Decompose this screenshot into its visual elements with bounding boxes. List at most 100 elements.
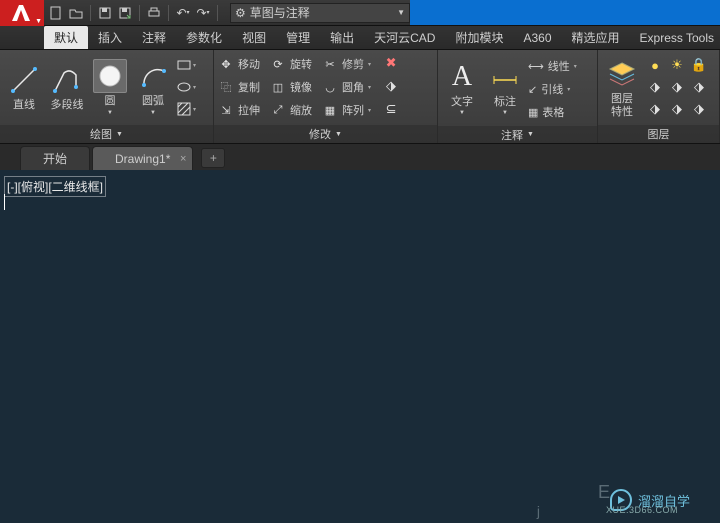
circle-icon (93, 59, 127, 93)
tab-insert[interactable]: 插入 (88, 26, 132, 49)
title-bar: ▼ ↶▾ ↷▾ ⚙ 草图与注释 ▼ (0, 0, 720, 26)
dimension-button[interactable]: 标注 ▼ (485, 53, 525, 123)
panel-modify-title[interactable]: 修改▼ (214, 125, 437, 143)
scale-button[interactable]: ⤢缩放 (270, 99, 312, 121)
linear-icon: ⟷ (528, 60, 544, 73)
stretch-icon: ⇲ (218, 102, 234, 118)
panel-draw-title[interactable]: 绘图▼ (0, 125, 213, 143)
fillet-icon: ◡ (322, 79, 338, 95)
tab-default[interactable]: 默认 (44, 26, 88, 49)
tab-parametric[interactable]: 参数化 (176, 26, 232, 49)
save-icon[interactable] (97, 5, 113, 21)
new-icon[interactable] (48, 5, 64, 21)
copy-icon: ⿻ (218, 79, 234, 95)
gear-icon: ⚙ (235, 6, 246, 20)
tab-output[interactable]: 输出 (320, 26, 364, 49)
layers-icon (605, 57, 639, 91)
open-icon[interactable] (68, 5, 84, 21)
quick-access-toolbar: ↶▾ ↷▾ (44, 0, 224, 25)
copy-button[interactable]: ⿻复制 (218, 76, 260, 98)
layer-misc1-icon[interactable]: ⬗ (645, 77, 665, 97)
rectangle-icon[interactable]: ▾ (176, 55, 196, 75)
layer-misc6-icon[interactable]: ⬗ (689, 99, 709, 119)
redo-icon[interactable]: ↷▾ (195, 5, 211, 21)
viewport-label[interactable]: [-][俯视][二维线框] (4, 176, 106, 197)
tab-annotate[interactable]: 注释 (132, 26, 176, 49)
leader-button[interactable]: ↙引线▾ (528, 78, 577, 100)
layer-misc2-icon[interactable]: ⬗ (667, 77, 687, 97)
panel-annotation: A 文字 ▼ 标注 ▼ ⟷线性▾ ↙引线▾ ▦表格 注释▼ (438, 50, 598, 143)
tab-thcloud[interactable]: 天河云CAD (364, 26, 445, 49)
app-logo[interactable]: ▼ (0, 0, 44, 26)
line-button[interactable]: 直线 (4, 53, 44, 122)
polyline-icon (50, 63, 84, 97)
undo-icon[interactable]: ↶▾ (175, 5, 191, 21)
panel-layers: 图层 特性 ●☀🔒 ⬗⬗⬗ ⬗⬗⬗ 图层 (598, 50, 720, 143)
explode-icon[interactable]: ⬗ (381, 76, 401, 96)
dimension-icon (488, 60, 522, 94)
tab-featured[interactable]: 精选应用 (562, 26, 630, 49)
layer-misc3-icon[interactable]: ⬗ (689, 77, 709, 97)
fillet-button[interactable]: ◡圆角▾ (322, 76, 371, 98)
layer-misc4-icon[interactable]: ⬗ (645, 99, 665, 119)
move-icon: ✥ (218, 56, 234, 72)
watermark-ghost: E (598, 482, 610, 503)
close-icon[interactable]: × (180, 153, 186, 165)
tab-a360[interactable]: A360 (513, 26, 561, 49)
watermark-url: XUE.3D66.COM (606, 505, 678, 515)
layer-lock-icon[interactable]: 🔒 (689, 55, 709, 75)
panel-annotation-title[interactable]: 注释▼ (438, 126, 597, 143)
doc-tab-start[interactable]: 开始 (20, 146, 90, 170)
erase-icon[interactable]: ✖ (381, 53, 401, 73)
new-drawing-button[interactable]: + (201, 148, 225, 168)
hatch-icon[interactable]: ▾ (176, 99, 196, 119)
title-bar-blue (410, 0, 720, 25)
workspace-label: 草图与注释 (250, 4, 310, 21)
mirror-icon: ◫ (270, 79, 286, 95)
move-button[interactable]: ✥移动 (218, 53, 260, 75)
text-button[interactable]: A 文字 ▼ (442, 53, 482, 123)
array-icon: ▦ (322, 102, 338, 118)
rotate-icon: ⟳ (270, 56, 286, 72)
leader-icon: ↙ (528, 83, 537, 96)
ellipse-icon[interactable]: ▾ (176, 77, 196, 97)
text-icon: A (445, 60, 479, 94)
saveas-icon[interactable] (117, 5, 133, 21)
panel-modify: ✥移动 ⟳旋转 ✂修剪▾ ✖ ⿻复制 ◫镜像 ◡圆角▾ ⬗ ⇲拉伸 ⤢缩放 ▦阵… (214, 50, 438, 143)
layer-sun-icon[interactable]: ☀ (667, 55, 687, 75)
trim-button[interactable]: ✂修剪▾ (322, 53, 371, 75)
text-cursor (4, 194, 5, 210)
linear-dim-button[interactable]: ⟷线性▾ (528, 55, 577, 77)
layer-bulb-icon[interactable]: ● (645, 55, 665, 75)
rotate-button[interactable]: ⟳旋转 (270, 53, 312, 75)
tab-view[interactable]: 视图 (232, 26, 276, 49)
circle-button[interactable]: 圆 ▼ (90, 53, 130, 122)
arc-button[interactable]: 圆弧 ▼ (133, 53, 173, 122)
array-button[interactable]: ▦阵列▾ (322, 99, 371, 121)
polyline-button[interactable]: 多段线 (47, 53, 87, 122)
panel-draw: 直线 多段线 圆 ▼ 圆弧 ▼ ▾ ▾ (0, 50, 214, 143)
mirror-button[interactable]: ◫镜像 (270, 76, 312, 98)
tab-addins[interactable]: 附加模块 (445, 26, 513, 49)
ribbon-tabs: 默认 插入 注释 参数化 视图 管理 输出 天河云CAD 附加模块 A360 精… (0, 26, 720, 50)
drawing-canvas[interactable]: [-][俯视][二维线框] E j 溜溜自学 XUE.3D66.COM (0, 170, 720, 523)
line-icon (7, 63, 41, 97)
plot-icon[interactable] (146, 5, 162, 21)
layer-misc5-icon[interactable]: ⬗ (667, 99, 687, 119)
draw-small-tools: ▾ ▾ ▾ (176, 53, 196, 122)
ribbon: 直线 多段线 圆 ▼ 圆弧 ▼ ▾ ▾ (0, 50, 720, 144)
stretch-button[interactable]: ⇲拉伸 (218, 99, 260, 121)
watermark-ghost2: j (537, 503, 540, 519)
tab-express[interactable]: Express Tools (630, 26, 720, 49)
table-button[interactable]: ▦表格 (528, 101, 577, 123)
tab-manage[interactable]: 管理 (276, 26, 320, 49)
table-icon: ▦ (528, 106, 538, 119)
scale-icon: ⤢ (270, 102, 286, 118)
layer-properties-button[interactable]: 图层 特性 (602, 53, 642, 122)
doc-tab-drawing1[interactable]: Drawing1*× (92, 146, 193, 170)
panel-layers-title[interactable]: 图层 (598, 125, 719, 143)
document-tabs: 开始 Drawing1*× + (0, 144, 720, 170)
arc-icon (136, 59, 170, 93)
workspace-selector[interactable]: ⚙ 草图与注释 ▼ (230, 3, 410, 23)
offset-icon[interactable]: ⊆ (381, 99, 401, 119)
